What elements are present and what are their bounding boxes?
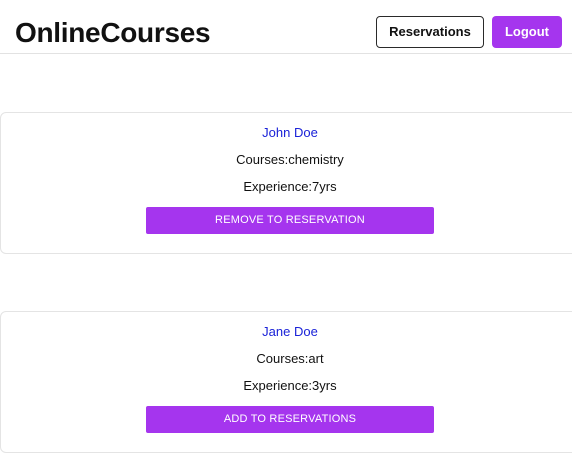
top-navbar: OnlineCourses Reservations Logout xyxy=(0,0,572,54)
logout-button[interactable]: Logout xyxy=(492,16,562,48)
teacher-courses: Courses:chemistry xyxy=(236,152,344,167)
teacher-name-link[interactable]: John Doe xyxy=(1,125,572,141)
teacher-experience: Experience:3yrs xyxy=(243,378,337,393)
reservations-button[interactable]: Reservations xyxy=(376,16,484,48)
teacher-card: Jane Doe Courses:art Experience:3yrs ADD… xyxy=(0,311,572,453)
teacher-card: John Doe Courses:chemistry Experience:7y… xyxy=(0,112,572,254)
teacher-name-link[interactable]: Jane Doe xyxy=(1,324,572,340)
remove-reservation-button[interactable]: REMOVE TO RESERVATION xyxy=(146,207,434,234)
teacher-courses: Courses:art xyxy=(256,351,324,366)
brand-logo-text[interactable]: OnlineCourses xyxy=(15,13,211,53)
add-reservation-button[interactable]: ADD TO RESERVATIONS xyxy=(146,406,434,433)
teacher-experience: Experience:7yrs xyxy=(243,179,337,194)
